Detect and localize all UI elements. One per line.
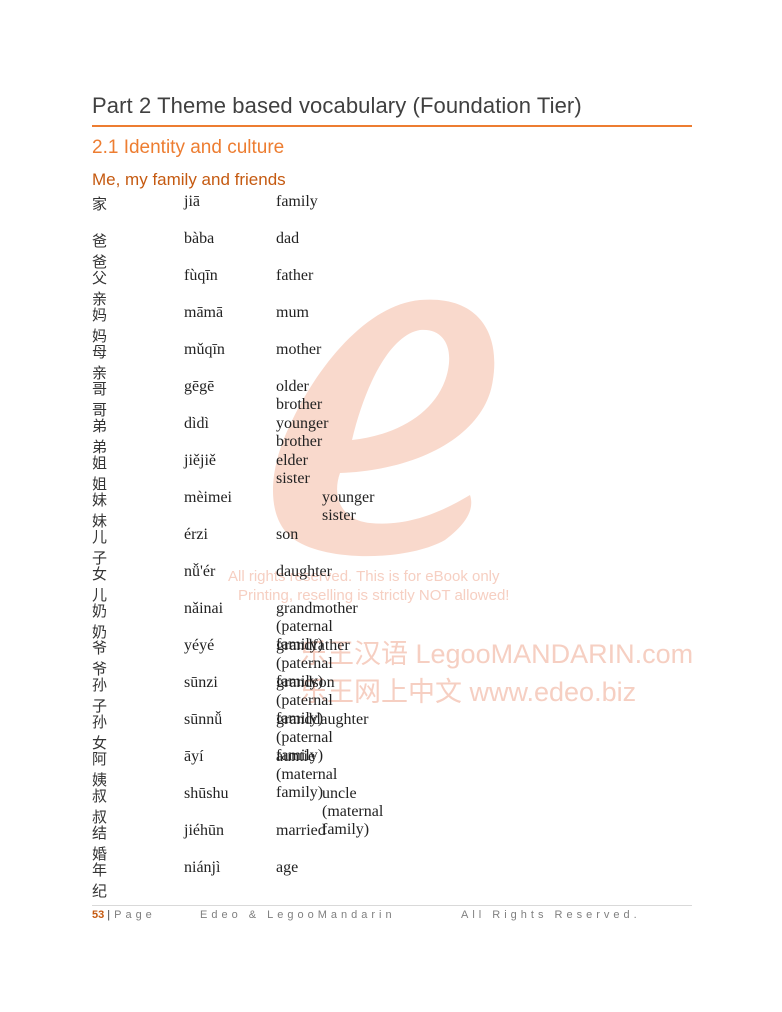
vocab-pinyin: fùqīn [184,267,218,284]
vocab-hanzi: 家 [92,195,111,213]
vocab-pinyin: jiéhūn [184,822,224,839]
vocab-pinyin: āyí [184,748,204,765]
vocab-pinyin: nǎinai [184,600,224,617]
page-label: Page [114,909,156,921]
vocab-hanzi: 爷爷 [92,639,111,678]
vocab-hanzi: 结婚 [92,824,111,863]
watermark-line-4: 乐王网上中文 www.edeo.biz [300,677,637,707]
vocab-pinyin: jiā [184,193,200,210]
footer-rights: All Rights Reserved. [461,909,641,921]
vocab-english: age [276,859,299,876]
footer-divider [92,905,692,906]
vocab-english: younger sister [322,489,375,524]
vocab-english: family [276,193,318,210]
subsection-title: Me, my family and friends [92,170,286,189]
vocab-english: younger brother [276,415,329,450]
vocab-english: daughter [276,563,332,580]
vocab-pinyin: sūnnǚ [184,711,223,728]
footer-separator: | [107,909,111,921]
vocab-english: mum [276,304,309,321]
vocab-hanzi: 哥哥 [92,380,111,419]
watermark-line-3: 乐王汉语 LegooMANDARIN.com [300,639,694,669]
vocab-hanzi: 奶奶 [92,602,111,641]
vocab-hanzi: 妹妹 [92,491,111,530]
vocab-pinyin: mǔqīn [184,341,225,358]
vocab-pinyin: érzi [184,526,208,543]
vocab-hanzi: 孙女 [92,713,111,752]
vocab-english: older brother [276,378,323,413]
vocab-hanzi: 阿姨 [92,750,111,789]
vocab-english: father [276,267,314,284]
vocab-pinyin: sūnzi [184,674,218,691]
vocab-hanzi: 孙子 [92,676,111,715]
vocab-english: mother [276,341,322,358]
vocab-pinyin: māmā [184,304,224,321]
part-title: Part 2 Theme based vocabulary (Foundatio… [92,93,582,118]
vocab-english: married [276,822,326,839]
vocab-hanzi: 儿子 [92,528,111,567]
watermark-line-1: All rights reserved. This is for eBook o… [228,568,500,585]
vocab-hanzi: 爸爸 [92,232,111,271]
heading-rule [92,125,692,127]
vocab-pinyin: gēgē [184,378,215,395]
vocab-pinyin: niánjì [184,859,221,876]
vocab-hanzi: 姐姐 [92,454,111,493]
vocab-pinyin: nǚ'ér [184,563,216,580]
page-footer: 53 | Page Edeo & LegooMandarin All Rights … [92,909,637,921]
vocab-hanzi: 年纪 [92,861,111,900]
vocab-hanzi: 父亲 [92,269,111,308]
vocab-english: dad [276,230,300,247]
vocab-pinyin: dìdì [184,415,209,432]
vocab-pinyin: mèimei [184,489,232,506]
vocab-hanzi: 母亲 [92,343,111,382]
vocab-hanzi: 叔叔 [92,787,111,826]
vocab-pinyin: shūshu [184,785,229,802]
vocab-english: elder sister [276,452,310,487]
section-title: 2.1 Identity and culture [92,137,285,158]
vocab-pinyin: jiějiě [184,452,216,469]
footer-company: Edeo & LegooMandarin [200,909,396,921]
page-number: 53 [92,909,105,921]
vocab-hanzi: 女儿 [92,565,111,604]
vocab-hanzi: 妈妈 [92,306,111,345]
vocab-english: uncle (maternal family) [322,785,384,838]
vocab-pinyin: bàba [184,230,215,247]
vocab-english: son [276,526,299,543]
vocab-hanzi: 弟弟 [92,417,111,456]
vocab-pinyin: yéyé [184,637,215,654]
